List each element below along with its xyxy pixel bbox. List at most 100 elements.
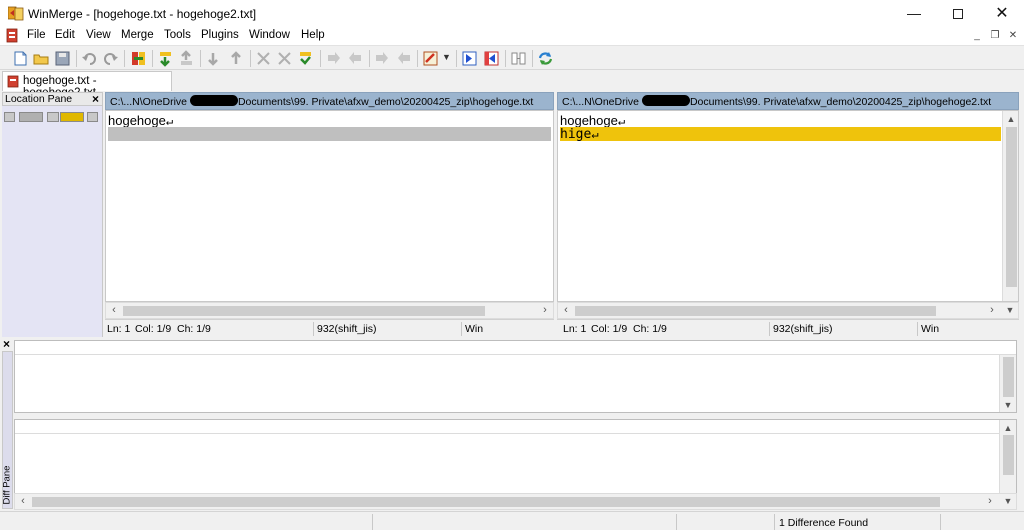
left-file-pane[interactable]: hogehoge↵ xyxy=(105,110,554,302)
scroll-up-icon[interactable]: ▲ xyxy=(1001,421,1015,436)
title-bar: WinMerge - [hogehoge.txt - hogehoge2.txt… xyxy=(0,0,1024,27)
location-bar-right xyxy=(60,112,84,122)
close-location-pane-icon[interactable]: × xyxy=(92,92,99,106)
eol-icon: ↵ xyxy=(165,114,174,128)
menu-edit[interactable]: Edit xyxy=(55,29,75,41)
menu-window[interactable]: Window xyxy=(249,29,290,41)
left-status-col: Col: 1/9 xyxy=(135,323,172,335)
left-pane-icon[interactable] xyxy=(461,50,478,67)
expand-icon[interactable] xyxy=(255,50,272,67)
prev-diff-icon[interactable] xyxy=(178,50,195,67)
tab-strip: hogehoge.txt - hogehoge2.txt xyxy=(0,70,1024,99)
right-status-ln: Ln: 1 xyxy=(563,323,587,335)
winmerge-window: WinMerge - [hogehoge.txt - hogehoge2.txt… xyxy=(0,0,1024,530)
document-icon xyxy=(7,75,19,88)
menu-bar: File Edit View Merge Tools Plugins Windo… xyxy=(0,27,1024,45)
left-ghost-line xyxy=(108,127,551,141)
location-pane-header: Location Pane × xyxy=(2,92,103,106)
right-file-pane[interactable]: hogehoge↵ hige↵ ▲ xyxy=(557,110,1019,302)
scroll-left-icon[interactable]: ‹ xyxy=(559,303,573,318)
right-pane-icon[interactable] xyxy=(483,50,500,67)
location-pane[interactable] xyxy=(2,106,103,337)
left-status-ln: Ln: 1 xyxy=(107,323,131,335)
scroll-right-icon[interactable]: › xyxy=(983,494,997,509)
new-icon[interactable] xyxy=(12,50,29,67)
minimize-button[interactable]: — xyxy=(892,0,936,27)
diff-pane-tab: Diff Pane xyxy=(2,351,13,509)
left-status-eol: Win xyxy=(465,323,484,335)
left-horizontal-scrollbar[interactable]: ‹ › xyxy=(105,302,554,319)
eol-icon: ↵ xyxy=(617,114,626,128)
copy-right-icon[interactable] xyxy=(325,50,342,67)
document-icon xyxy=(6,28,18,43)
right-pane-header: C:\...N\OneDrive Documents\99. Private\a… xyxy=(557,92,1019,110)
right-status-ch: Ch: 1/9 xyxy=(633,323,667,335)
menu-plugins[interactable]: Plugins xyxy=(201,29,239,41)
diff-left-vscroll-thumb[interactable] xyxy=(1003,357,1014,397)
menu-help[interactable]: Help xyxy=(301,29,325,41)
menu-tools[interactable]: Tools xyxy=(164,29,191,41)
left-scroll-thumb[interactable] xyxy=(123,306,485,316)
redacted-mark xyxy=(641,95,690,106)
diff-right-vscroll-thumb[interactable] xyxy=(1003,435,1014,475)
options-dropdown-icon[interactable]: ▼ xyxy=(442,52,451,62)
tab-hogehoge[interactable]: hogehoge.txt - hogehoge2.txt xyxy=(2,71,172,99)
menu-file[interactable]: File xyxy=(27,29,46,41)
status-difference-count: 1 Difference Found xyxy=(779,517,869,529)
scroll-right-icon[interactable]: › xyxy=(538,303,552,318)
close-button[interactable]: ✕ xyxy=(980,0,1024,27)
save-icon[interactable] xyxy=(54,50,71,67)
scroll-left-icon[interactable]: ‹ xyxy=(107,303,121,318)
right-scroll-thumb[interactable] xyxy=(575,306,936,316)
mdi-restore-button[interactable]: ❐ xyxy=(988,29,1002,43)
undo-icon[interactable] xyxy=(81,50,98,67)
location-bar-mid xyxy=(47,112,59,122)
copy-all-icon[interactable] xyxy=(297,50,314,67)
refresh-icon[interactable] xyxy=(537,50,554,67)
location-bar-left xyxy=(19,112,43,122)
options-icon[interactable] xyxy=(422,50,439,67)
status-bar: 1 Difference Found xyxy=(0,511,1024,530)
right-vertical-scrollbar[interactable]: ▲ xyxy=(1002,111,1018,301)
copy-left-icon[interactable] xyxy=(347,50,364,67)
redo-icon[interactable] xyxy=(102,50,119,67)
mdi-close-button[interactable]: ✕ xyxy=(1006,29,1020,43)
location-bar-right-edge xyxy=(87,112,98,122)
merge-icon[interactable] xyxy=(130,50,147,67)
diff-pane-left[interactable]: ▼ xyxy=(14,340,1017,413)
copy-left-advance-icon[interactable] xyxy=(395,50,412,67)
copy-right-advance-icon[interactable] xyxy=(374,50,391,67)
right-status-eol: Win xyxy=(921,323,940,335)
mdi-minimize-button[interactable]: _ xyxy=(970,29,984,43)
right-horizontal-scrollbar[interactable]: ‹ › ▼ xyxy=(557,302,1019,319)
scroll-left-icon[interactable]: ‹ xyxy=(16,494,30,509)
scroll-down-icon[interactable]: ▼ xyxy=(1001,398,1015,413)
diff-pane-title: Diff Pane xyxy=(1,465,13,505)
minimize-icon: — xyxy=(907,5,921,21)
close-icon: ✕ xyxy=(995,5,1009,22)
diff-pane-right[interactable]: ▲ xyxy=(14,419,1017,494)
close-diff-pane-icon[interactable]: × xyxy=(3,337,10,351)
left-file-path: C:\...N\OneDrive Documents\99. Private\a… xyxy=(110,95,534,108)
collapse-icon[interactable] xyxy=(276,50,293,67)
maximize-icon xyxy=(953,9,963,19)
diff-scroll-thumb[interactable] xyxy=(32,497,940,507)
location-bar-left-edge xyxy=(4,112,15,122)
first-diff-icon[interactable] xyxy=(205,50,222,67)
menu-merge[interactable]: Merge xyxy=(121,29,154,41)
diff-horizontal-scrollbar[interactable]: ‹ › ▼ xyxy=(14,493,1017,510)
last-diff-icon[interactable] xyxy=(228,50,245,67)
open-icon[interactable] xyxy=(33,50,50,67)
redacted-mark xyxy=(189,95,238,106)
menu-view[interactable]: View xyxy=(86,29,111,41)
diff-right-vscroll[interactable]: ▲ xyxy=(999,420,1016,493)
maximize-button[interactable] xyxy=(936,0,980,27)
right-vscroll-thumb[interactable] xyxy=(1006,127,1017,287)
scroll-down-icon[interactable]: ▼ xyxy=(1001,494,1015,509)
scroll-right-icon[interactable]: › xyxy=(985,303,999,318)
compare-icon[interactable] xyxy=(510,50,527,67)
scroll-up-icon[interactable]: ▲ xyxy=(1004,112,1018,127)
scroll-down-icon[interactable]: ▼ xyxy=(1003,303,1017,318)
diff-left-vscroll[interactable]: ▼ xyxy=(999,355,1016,412)
next-diff-icon[interactable] xyxy=(157,50,174,67)
